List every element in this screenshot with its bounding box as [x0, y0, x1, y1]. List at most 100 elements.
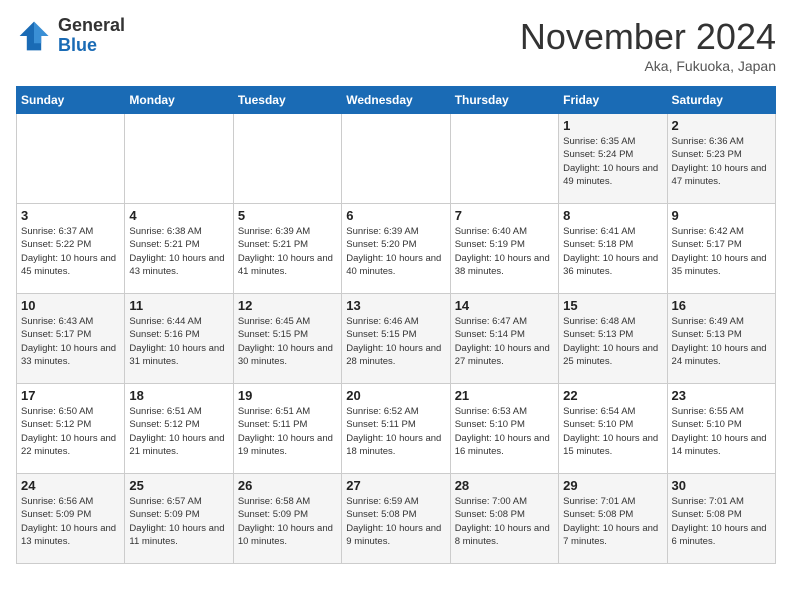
day-info: Sunrise: 6:44 AM Sunset: 5:16 PM Dayligh… [129, 315, 228, 368]
calendar-cell: 25 Sunrise: 6:57 AM Sunset: 5:09 PM Dayli… [125, 474, 233, 564]
calendar-cell: 1 Sunrise: 6:35 AM Sunset: 5:24 PM Daylig… [559, 114, 667, 204]
calendar-cell: 5 Sunrise: 6:39 AM Sunset: 5:21 PM Daylig… [233, 204, 341, 294]
day-number: 22 [563, 388, 662, 403]
calendar-cell: 22Sunrise: 6:54 AM Sunset: 5:10 PM Dayli… [559, 384, 667, 474]
day-number: 26 [238, 478, 337, 493]
day-info: Sunrise: 6:47 AM Sunset: 5:14 PM Dayligh… [455, 315, 554, 368]
day-info: Sunrise: 7:01 AM Sunset: 5:08 PM Dayligh… [672, 495, 771, 548]
day-info: Sunrise: 7:01 AM Sunset: 5:08 PM Dayligh… [563, 495, 662, 548]
weekday-header-row: SundayMondayTuesdayWednesdayThursdayFrid… [17, 87, 776, 114]
week-row-2: 3 Sunrise: 6:37 AM Sunset: 5:22 PM Daylig… [17, 204, 776, 294]
calendar-cell: 2Sunrise: 6:36 AM Sunset: 5:23 PM Daylig… [667, 114, 775, 204]
calendar-cell: 27 Sunrise: 6:59 AM Sunset: 5:08 PM Dayli… [342, 474, 450, 564]
calendar-cell [450, 114, 558, 204]
day-info: Sunrise: 6:51 AM Sunset: 5:11 PM Dayligh… [238, 405, 337, 458]
day-number: 24 [21, 478, 120, 493]
week-row-5: 24 Sunrise: 6:56 AM Sunset: 5:09 PM Dayli… [17, 474, 776, 564]
day-info: Sunrise: 6:53 AM Sunset: 5:10 PM Dayligh… [455, 405, 554, 458]
day-number: 10 [21, 298, 120, 313]
weekday-header-monday: Monday [125, 87, 233, 114]
weekday-header-friday: Friday [559, 87, 667, 114]
day-number: 2 [672, 118, 771, 133]
month-title: November 2024 [520, 16, 776, 58]
day-number: 1 [563, 118, 662, 133]
day-number: 9 [672, 208, 771, 223]
day-info: Sunrise: 6:59 AM Sunset: 5:08 PM Dayligh… [346, 495, 445, 548]
week-row-1: 1 Sunrise: 6:35 AM Sunset: 5:24 PM Daylig… [17, 114, 776, 204]
day-number: 15 [563, 298, 662, 313]
calendar-cell: 21 Sunrise: 6:53 AM Sunset: 5:10 PM Dayli… [450, 384, 558, 474]
day-info: Sunrise: 6:49 AM Sunset: 5:13 PM Dayligh… [672, 315, 771, 368]
day-info: Sunrise: 6:45 AM Sunset: 5:15 PM Dayligh… [238, 315, 337, 368]
day-info: Sunrise: 6:51 AM Sunset: 5:12 PM Dayligh… [129, 405, 228, 458]
day-info: Sunrise: 6:43 AM Sunset: 5:17 PM Dayligh… [21, 315, 120, 368]
calendar-cell: 19 Sunrise: 6:51 AM Sunset: 5:11 PM Dayli… [233, 384, 341, 474]
week-row-4: 17Sunrise: 6:50 AM Sunset: 5:12 PM Dayli… [17, 384, 776, 474]
calendar-table: SundayMondayTuesdayWednesdayThursdayFrid… [16, 86, 776, 564]
logo-icon [16, 18, 52, 54]
day-info: Sunrise: 6:46 AM Sunset: 5:15 PM Dayligh… [346, 315, 445, 368]
calendar-cell: 23Sunrise: 6:55 AM Sunset: 5:10 PM Dayli… [667, 384, 775, 474]
day-info: Sunrise: 6:39 AM Sunset: 5:21 PM Dayligh… [238, 225, 337, 278]
weekday-header-sunday: Sunday [17, 87, 125, 114]
day-number: 6 [346, 208, 445, 223]
logo-blue: Blue [58, 35, 97, 55]
day-info: Sunrise: 6:37 AM Sunset: 5:22 PM Dayligh… [21, 225, 120, 278]
day-number: 19 [238, 388, 337, 403]
day-info: Sunrise: 6:56 AM Sunset: 5:09 PM Dayligh… [21, 495, 120, 548]
calendar-cell: 9Sunrise: 6:42 AM Sunset: 5:17 PM Daylig… [667, 204, 775, 294]
day-number: 3 [21, 208, 120, 223]
day-info: Sunrise: 6:35 AM Sunset: 5:24 PM Dayligh… [563, 135, 662, 188]
day-info: Sunrise: 7:00 AM Sunset: 5:08 PM Dayligh… [455, 495, 554, 548]
day-number: 8 [563, 208, 662, 223]
day-number: 14 [455, 298, 554, 313]
calendar-cell: 6 Sunrise: 6:39 AM Sunset: 5:20 PM Daylig… [342, 204, 450, 294]
day-number: 13 [346, 298, 445, 313]
weekday-header-saturday: Saturday [667, 87, 775, 114]
day-number: 30 [672, 478, 771, 493]
weekday-header-tuesday: Tuesday [233, 87, 341, 114]
day-number: 12 [238, 298, 337, 313]
day-number: 11 [129, 298, 228, 313]
location: Aka, Fukuoka, Japan [520, 58, 776, 74]
day-number: 21 [455, 388, 554, 403]
day-number: 20 [346, 388, 445, 403]
title-block: November 2024 Aka, Fukuoka, Japan [520, 16, 776, 74]
weekday-header-wednesday: Wednesday [342, 87, 450, 114]
calendar-cell: 30 Sunrise: 7:01 AM Sunset: 5:08 PM Dayli… [667, 474, 775, 564]
day-info: Sunrise: 6:57 AM Sunset: 5:09 PM Dayligh… [129, 495, 228, 548]
day-number: 5 [238, 208, 337, 223]
calendar-cell: 20Sunrise: 6:52 AM Sunset: 5:11 PM Dayli… [342, 384, 450, 474]
day-number: 23 [672, 388, 771, 403]
week-row-3: 10 Sunrise: 6:43 AM Sunset: 5:17 PM Dayli… [17, 294, 776, 384]
day-number: 28 [455, 478, 554, 493]
calendar-cell: 8Sunrise: 6:41 AM Sunset: 5:18 PM Daylig… [559, 204, 667, 294]
calendar-cell: 28 Sunrise: 7:00 AM Sunset: 5:08 PM Dayli… [450, 474, 558, 564]
day-number: 7 [455, 208, 554, 223]
calendar-cell: 11 Sunrise: 6:44 AM Sunset: 5:16 PM Dayli… [125, 294, 233, 384]
day-number: 18 [129, 388, 228, 403]
day-number: 16 [672, 298, 771, 313]
calendar-cell: 10 Sunrise: 6:43 AM Sunset: 5:17 PM Dayli… [17, 294, 125, 384]
page-header: General Blue November 2024 Aka, Fukuoka,… [16, 16, 776, 74]
day-info: Sunrise: 6:39 AM Sunset: 5:20 PM Dayligh… [346, 225, 445, 278]
weekday-header-thursday: Thursday [450, 87, 558, 114]
day-info: Sunrise: 6:38 AM Sunset: 5:21 PM Dayligh… [129, 225, 228, 278]
day-number: 4 [129, 208, 228, 223]
logo-text: General Blue [58, 16, 125, 56]
calendar-cell: 12 Sunrise: 6:45 AM Sunset: 5:15 PM Dayli… [233, 294, 341, 384]
calendar-cell: 3 Sunrise: 6:37 AM Sunset: 5:22 PM Daylig… [17, 204, 125, 294]
calendar-cell [125, 114, 233, 204]
day-info: Sunrise: 6:48 AM Sunset: 5:13 PM Dayligh… [563, 315, 662, 368]
calendar-cell: 18 Sunrise: 6:51 AM Sunset: 5:12 PM Dayli… [125, 384, 233, 474]
day-number: 27 [346, 478, 445, 493]
calendar-cell [233, 114, 341, 204]
calendar-cell: 13 Sunrise: 6:46 AM Sunset: 5:15 PM Dayli… [342, 294, 450, 384]
calendar-cell: 16 Sunrise: 6:49 AM Sunset: 5:13 PM Dayli… [667, 294, 775, 384]
calendar-cell: 26Sunrise: 6:58 AM Sunset: 5:09 PM Dayli… [233, 474, 341, 564]
day-number: 25 [129, 478, 228, 493]
calendar-cell [342, 114, 450, 204]
calendar-cell: 15 Sunrise: 6:48 AM Sunset: 5:13 PM Dayli… [559, 294, 667, 384]
day-info: Sunrise: 6:40 AM Sunset: 5:19 PM Dayligh… [455, 225, 554, 278]
day-number: 17 [21, 388, 120, 403]
